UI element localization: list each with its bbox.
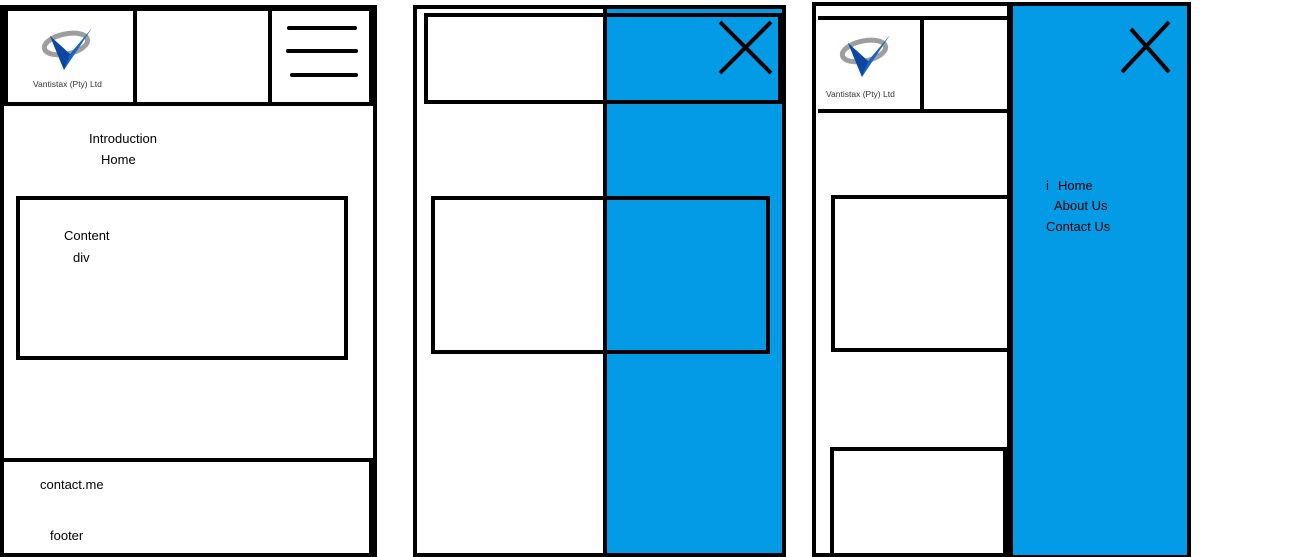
content-div: [16, 196, 348, 360]
hamburger-icon[interactable]: [286, 26, 361, 82]
menu-marker: i: [1046, 178, 1049, 193]
footer: [830, 447, 1007, 557]
content-label-div: div: [73, 250, 90, 265]
menu-item-about-us[interactable]: About Us: [1054, 198, 1107, 213]
close-icon[interactable]: [1119, 19, 1172, 75]
hamburger-line: [287, 26, 357, 30]
menu-item-home[interactable]: Home: [1058, 178, 1093, 193]
close-icon[interactable]: [717, 19, 774, 76]
panel-left-edge: [1007, 2, 1013, 557]
logo-text: Vantistax (Pty) Ltd: [33, 79, 102, 89]
header-middle-cell: [133, 7, 272, 106]
footer-contact[interactable]: contact.me: [40, 477, 104, 492]
logo-text: Vantistax (Pty) Ltd: [826, 89, 895, 99]
hamburger-line: [286, 49, 358, 53]
content-div-overlap: [431, 196, 770, 354]
checkmark-logo-icon: [839, 35, 890, 77]
nav-home[interactable]: Home: [101, 152, 136, 167]
footer-label: footer: [50, 528, 84, 543]
hamburger-line: [290, 73, 358, 77]
content-div: [831, 195, 1011, 352]
checkmark-logo-icon: [41, 28, 92, 70]
menu-item-contact-us[interactable]: Contact Us: [1046, 219, 1110, 234]
nav-introduction[interactable]: Introduction: [89, 131, 157, 146]
content-label: Content: [64, 228, 110, 243]
header-middle-cell: [920, 16, 1011, 113]
slide-in-menu-panel[interactable]: [1011, 6, 1187, 555]
